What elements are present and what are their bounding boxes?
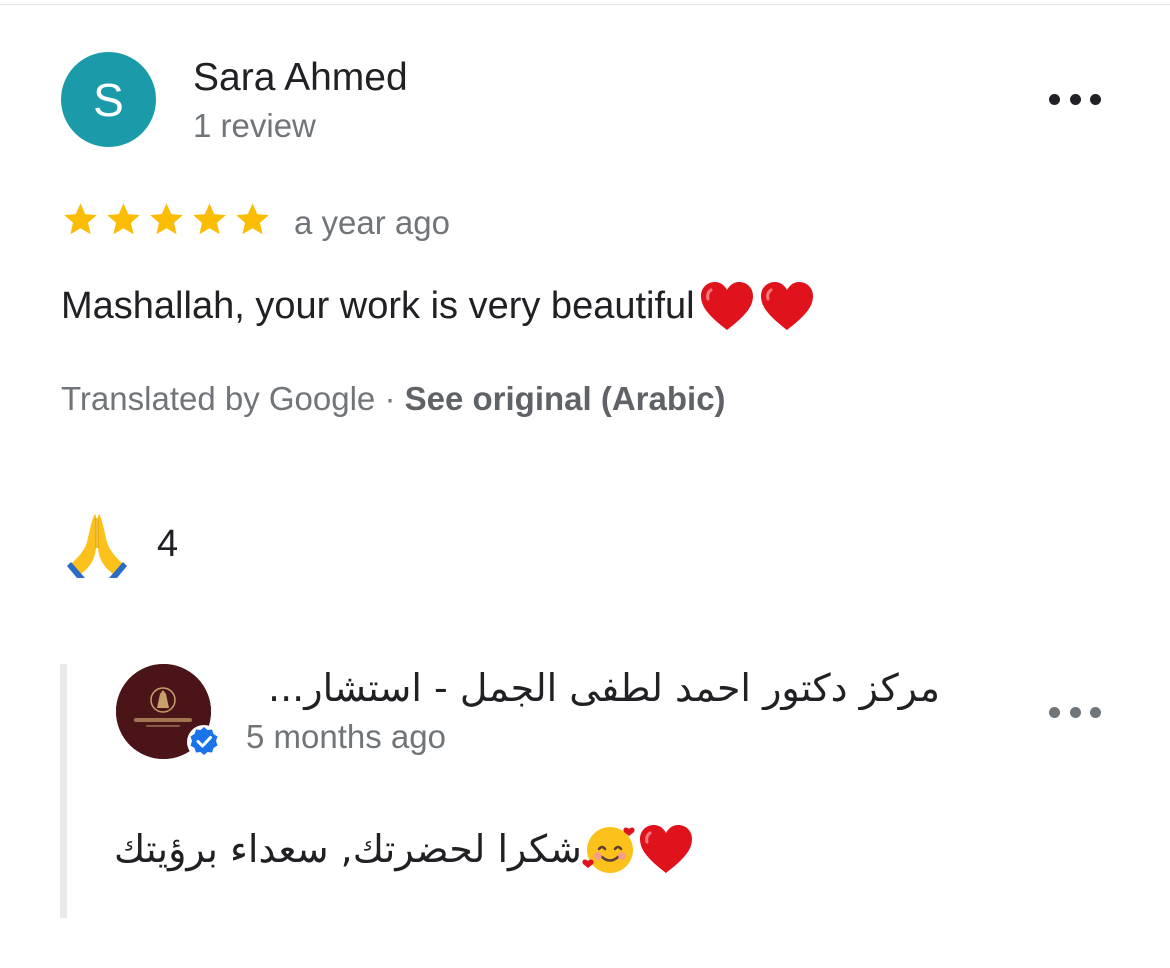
more-dot-icon — [1069, 706, 1081, 718]
star-rating — [61, 199, 272, 245]
more-dot-icon — [1049, 93, 1060, 105]
verified-badge-icon — [187, 725, 221, 759]
folded-hands-icon — [67, 514, 127, 578]
review-time: a year ago — [294, 204, 450, 241]
owner-reply-text-content: شكرا لحضرتك, سعداء برؤيتك — [114, 827, 582, 871]
top-divider — [0, 4, 1170, 5]
reaction-button[interactable]: 4 — [61, 508, 178, 580]
reaction-count: 4 — [157, 522, 179, 565]
review-text-content: Mashallah, your work is very beautiful — [61, 284, 695, 327]
reviewer-review-count: 1 review — [193, 107, 316, 144]
red-heart-icon — [639, 825, 692, 873]
more-dot-icon — [1049, 706, 1060, 718]
translated-by-label: Translated by Google · — [61, 380, 396, 417]
reviewer-avatar[interactable]: S — [61, 52, 156, 147]
owner-reply-text: شكرا لحضرتك, سعداء برؤيتك — [114, 818, 714, 880]
red-heart-icon — [699, 280, 755, 332]
smiling-face-with-hearts-icon — [582, 827, 635, 873]
more-dot-icon — [1069, 93, 1081, 105]
reviewer-name[interactable]: Sara Ahmed — [193, 56, 408, 100]
star-icon — [150, 203, 183, 235]
star-icon — [193, 203, 226, 235]
review-more-options-button[interactable] — [1049, 85, 1101, 113]
more-dot-icon — [1090, 93, 1101, 105]
owner-reply-time: 5 months ago — [246, 718, 446, 755]
star-icon — [64, 203, 97, 235]
more-dot-icon — [1090, 706, 1101, 718]
reply-emojis — [582, 823, 694, 875]
owner-name[interactable]: مركز دكتور احمد لطفى الجمل - استشار... — [246, 666, 940, 710]
reply-indent-bar — [60, 664, 67, 918]
red-heart-icon — [759, 280, 815, 332]
translation-note: Translated by Google · See original (Ara… — [61, 380, 726, 418]
see-original-link[interactable]: See original (Arabic) — [405, 380, 726, 417]
review-text: Mashallah, your work is very beautiful — [61, 280, 815, 332]
star-icon — [236, 203, 269, 235]
star-icon — [107, 203, 140, 235]
reply-more-options-button[interactable] — [1049, 698, 1101, 726]
